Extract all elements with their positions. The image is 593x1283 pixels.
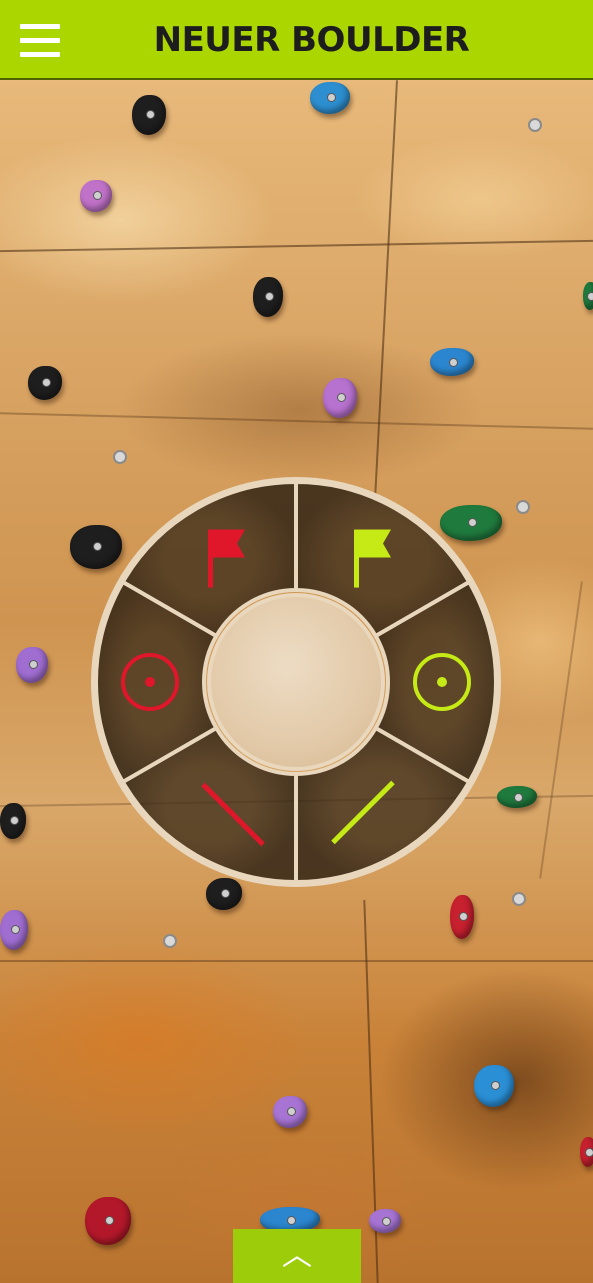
- climbing-hold: [580, 1137, 593, 1167]
- expand-panel-button[interactable]: ︿: [233, 1229, 361, 1283]
- climbing-hold: [253, 277, 283, 317]
- climbing-hold: [132, 95, 166, 135]
- hamburger-menu-icon[interactable]: [20, 24, 60, 57]
- bolt-hanger: [516, 500, 530, 514]
- climbing-hold: [450, 895, 474, 939]
- climbing-hold: [28, 366, 62, 400]
- climbing-hold: [369, 1209, 401, 1233]
- radial-menu-center[interactable]: [207, 593, 385, 771]
- climbing-hold: [474, 1065, 514, 1107]
- climbing-hold: [85, 1197, 131, 1245]
- bolt-hanger: [113, 450, 127, 464]
- climbing-hold: [80, 180, 112, 212]
- bolt-hanger: [512, 892, 526, 906]
- climbing-hold: [0, 803, 26, 839]
- climbing-hold: [16, 647, 48, 683]
- page-title: NEUER BOULDER: [153, 20, 470, 60]
- chevron-up-icon: ︿: [282, 1238, 312, 1273]
- climbing-hold: [583, 282, 593, 310]
- climbing-hold: [497, 786, 537, 808]
- bolt-hanger: [163, 934, 177, 948]
- climbing-hold: [323, 378, 357, 418]
- climbing-hold: [273, 1096, 307, 1128]
- climbing-hold: [0, 910, 28, 950]
- climbing-hold: [310, 82, 350, 114]
- app-header: NEUER BOULDER: [0, 0, 593, 80]
- radial-hold-type-menu: [91, 477, 501, 887]
- climbing-hold: [430, 348, 474, 376]
- bolt-hanger: [528, 118, 542, 132]
